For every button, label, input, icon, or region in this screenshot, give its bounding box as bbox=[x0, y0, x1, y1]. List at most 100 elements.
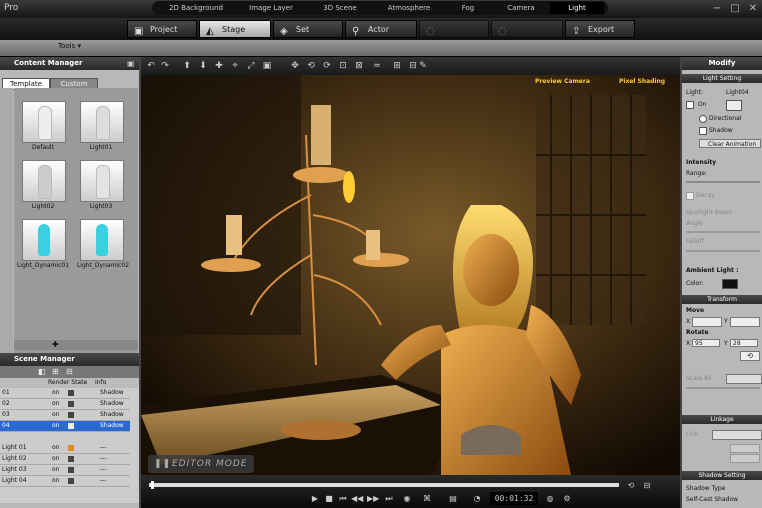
table-row[interactable]: Light 02 on --- bbox=[0, 454, 130, 465]
rewind-icon[interactable]: ◀◀ bbox=[351, 493, 363, 505]
range-icon[interactable]: ⊟ bbox=[641, 480, 653, 492]
unlink-button[interactable] bbox=[730, 454, 760, 463]
subtab-light[interactable]: Light bbox=[550, 2, 604, 14]
link-button[interactable] bbox=[730, 444, 760, 453]
clear-animation-button[interactable]: Clear Animation bbox=[699, 139, 761, 148]
tab-set[interactable]: ◈ Set bbox=[273, 20, 343, 38]
directional-radio[interactable] bbox=[699, 115, 707, 123]
table-row[interactable]: Light 01 on --- bbox=[0, 443, 130, 454]
forward-icon[interactable]: ▶▶ bbox=[367, 493, 379, 505]
pan-icon[interactable]: ✥ bbox=[289, 60, 301, 72]
scale-slider[interactable] bbox=[686, 387, 760, 389]
stop-icon[interactable]: ■ bbox=[323, 493, 335, 505]
close-icon[interactable]: ✕ bbox=[746, 2, 760, 15]
timeline-panel-icon[interactable]: ▤ bbox=[447, 493, 459, 505]
on-checkbox[interactable] bbox=[686, 101, 694, 109]
content-item-light02[interactable] bbox=[22, 160, 66, 202]
content-item-light-dynamic02[interactable] bbox=[80, 219, 124, 261]
light-icon[interactable]: ◧ bbox=[38, 367, 46, 376]
snapshot-icon[interactable]: ◍ bbox=[544, 493, 556, 505]
timeline-scrubber[interactable] bbox=[149, 483, 619, 487]
content-manager-header: Content Manager bbox=[0, 57, 139, 70]
next-key-icon[interactable]: ⏭ bbox=[383, 493, 395, 505]
preview-camera-label[interactable]: Preview Camera bbox=[535, 78, 590, 85]
table-row[interactable]: Light 04 on --- bbox=[0, 476, 130, 487]
path-icon[interactable]: ≈ bbox=[371, 60, 383, 72]
falloff-slider[interactable] bbox=[686, 250, 760, 252]
subtab-camera[interactable]: Camera bbox=[496, 2, 546, 14]
content-item-label: Light02 bbox=[31, 203, 55, 210]
maximize-icon[interactable]: □ bbox=[728, 2, 742, 15]
minimize-icon[interactable]: − bbox=[710, 2, 724, 15]
tab-project[interactable]: ▣ Project bbox=[127, 20, 197, 38]
move-down-icon[interactable]: ⬇ bbox=[197, 60, 209, 72]
content-item-light01[interactable] bbox=[80, 101, 124, 143]
left-splitter[interactable] bbox=[139, 57, 141, 508]
move-up-icon[interactable]: ⬆ bbox=[181, 60, 193, 72]
content-item-label: Light03 bbox=[89, 203, 113, 210]
shadow-checkbox[interactable] bbox=[699, 127, 707, 135]
rotate-y-label: Y bbox=[724, 340, 728, 347]
rotate-icon[interactable]: ⟳ bbox=[321, 60, 333, 72]
header-info: Info bbox=[95, 379, 107, 386]
ambient-color-swatch[interactable] bbox=[722, 279, 738, 289]
redo-icon[interactable]: ↷ bbox=[159, 60, 171, 72]
play-icon[interactable]: ▶ bbox=[309, 493, 321, 505]
light-setting-header: Light Setting bbox=[682, 74, 762, 83]
collapse-icon[interactable]: ▣ bbox=[127, 59, 135, 68]
left-panel: Content Manager ▣ Template Custom Defaul… bbox=[0, 57, 139, 508]
tab-actor[interactable]: ⚲ Actor bbox=[345, 20, 417, 38]
rotate-x-input[interactable]: 95 bbox=[692, 339, 720, 347]
rotate-y-input[interactable]: 28 bbox=[730, 339, 758, 347]
subtab-atmosphere[interactable]: Atmosphere bbox=[374, 2, 444, 14]
scale-icon[interactable]: ⤢ bbox=[245, 60, 257, 72]
record-icon[interactable]: ◉ bbox=[401, 493, 413, 505]
light-type-select[interactable] bbox=[726, 100, 742, 111]
group-icon[interactable]: ⊞ bbox=[52, 367, 59, 376]
undo-icon[interactable]: ↶ bbox=[145, 60, 157, 72]
add-icon[interactable]: ✚ bbox=[52, 340, 59, 349]
link-select[interactable] bbox=[712, 430, 762, 440]
scale-input[interactable] bbox=[726, 374, 762, 384]
decay-checkbox[interactable] bbox=[686, 192, 694, 200]
table-row[interactable]: 03 on Shadow bbox=[0, 410, 130, 421]
prev-key-icon[interactable]: ⏮ bbox=[337, 493, 349, 505]
table-row-selected[interactable]: 04 on Shadow bbox=[0, 421, 130, 432]
zoom-icon[interactable]: ⊡ bbox=[337, 60, 349, 72]
move-y-input[interactable] bbox=[730, 317, 760, 327]
tab-export[interactable]: ⇪ Export bbox=[565, 20, 635, 38]
paint-icon[interactable]: ✎ bbox=[417, 60, 429, 72]
subtab-2d-background[interactable]: 2D Background bbox=[160, 2, 232, 14]
loop-icon[interactable]: ⟲ bbox=[625, 480, 637, 492]
table-row[interactable]: 01 on Shadow bbox=[0, 388, 130, 399]
frame-icon[interactable]: ⊠ bbox=[353, 60, 365, 72]
orbit-icon[interactable]: ⟲ bbox=[305, 60, 317, 72]
key-icon[interactable]: ⌘ bbox=[421, 493, 433, 505]
sub-toolbar bbox=[0, 40, 762, 57]
reset-rotation-icon[interactable]: ⟲ bbox=[740, 351, 760, 361]
subtab-fog[interactable]: Fog bbox=[448, 2, 488, 14]
target-icon[interactable]: ⌖ bbox=[229, 60, 241, 72]
move-icon[interactable]: ✚ bbox=[213, 60, 225, 72]
realtime-icon[interactable]: ◔ bbox=[471, 493, 483, 505]
table-row[interactable]: Light 03 on --- bbox=[0, 465, 130, 476]
move-x-input[interactable] bbox=[692, 317, 722, 327]
settings-icon[interactable]: ⚙ bbox=[561, 493, 573, 505]
tab-stage[interactable]: ◭ Stage bbox=[199, 20, 271, 38]
table-row[interactable]: 02 on Shadow bbox=[0, 399, 130, 410]
content-item-light03[interactable] bbox=[80, 160, 124, 202]
3d-viewport[interactable]: Preview Camera Pixel Shading bbox=[141, 75, 680, 475]
content-item-light-dynamic01[interactable] bbox=[22, 219, 66, 261]
fit-icon[interactable]: ▣ bbox=[261, 60, 273, 72]
tools-menu[interactable]: Tools ▾ bbox=[58, 42, 81, 50]
subtab-image-layer[interactable]: Image Layer bbox=[236, 2, 306, 14]
playhead-handle[interactable] bbox=[151, 481, 154, 489]
range-slider[interactable] bbox=[686, 181, 760, 183]
expand-icon[interactable]: ⊟ bbox=[66, 367, 73, 376]
pixel-shading-label[interactable]: Pixel Shading bbox=[619, 78, 665, 85]
grid-icon[interactable]: ⊞ bbox=[391, 60, 403, 72]
right-splitter[interactable] bbox=[680, 57, 682, 508]
angle-slider[interactable] bbox=[686, 231, 760, 233]
content-item-default[interactable] bbox=[22, 101, 66, 143]
subtab-3d-scene[interactable]: 3D Scene bbox=[310, 2, 370, 14]
